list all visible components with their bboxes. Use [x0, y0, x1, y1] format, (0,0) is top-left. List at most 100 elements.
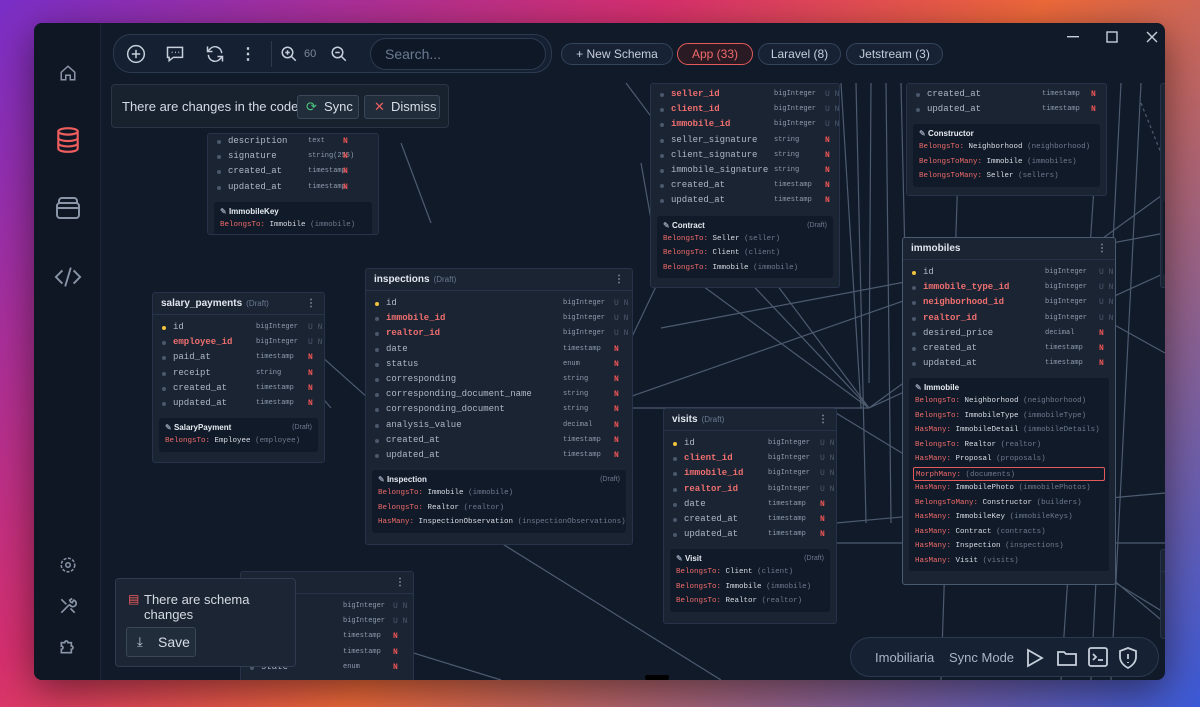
- column-row[interactable]: corresponding string N: [366, 372, 632, 387]
- relationship-row[interactable]: BelongsTo: Realtor (realtor): [378, 501, 620, 516]
- column-row[interactable]: signature string(255) N: [208, 149, 378, 164]
- project-name[interactable]: Imobiliaria: [875, 650, 934, 665]
- column-row[interactable]: description text N: [208, 134, 378, 149]
- relationship-row[interactable]: HasMany: Contract (contracts): [915, 525, 1103, 540]
- column-row[interactable]: created_at timestamp N: [208, 164, 378, 179]
- column-row[interactable]: updated_at timestamp N: [664, 527, 836, 542]
- scroll-handle[interactable]: [645, 675, 669, 680]
- home-icon[interactable]: [54, 59, 82, 87]
- sync-mode-toggle[interactable]: Sync Mode: [949, 650, 1014, 665]
- column-row[interactable]: receipt string N: [153, 366, 324, 381]
- column-row[interactable]: cit: [1161, 592, 1165, 607]
- column-row[interactable]: id bigInteger U N: [366, 296, 632, 311]
- shield-icon[interactable]: [1118, 647, 1138, 669]
- column-row[interactable]: nam: [1161, 607, 1165, 622]
- tools-icon[interactable]: [54, 592, 82, 620]
- puzzle-icon[interactable]: [54, 632, 82, 660]
- relationship-row[interactable]: BelongsTo: Immobile (immobile): [676, 580, 824, 595]
- more-icon[interactable]: ⋮: [238, 44, 258, 64]
- column-row[interactable]: neighborhood_id bigInteger U N: [903, 295, 1115, 310]
- sync-button[interactable]: ⟳ Sync: [297, 95, 359, 119]
- column-row[interactable]: desired_price decimal N: [903, 326, 1115, 341]
- column-row[interactable]: updated_at timestamp N: [153, 396, 324, 411]
- relationship-row[interactable]: BelongsTo: ImmobileType (immobileType): [915, 409, 1103, 424]
- table-card-inspections[interactable]: inspections (Draft) ⋮ id bigInteger U Nimmob…: [365, 268, 633, 545]
- relationship-row[interactable]: HasMany: InspectionObservation (inspecti…: [378, 515, 626, 530]
- column-row[interactable]: sta: [1161, 133, 1165, 148]
- column-row[interactable]: updated_at timestamp N: [907, 102, 1106, 117]
- tab-app[interactable]: App (33): [677, 43, 753, 65]
- search-input[interactable]: Search...: [370, 38, 546, 70]
- relationship-row[interactable]: BelongsTo: Neighborhood (neighborhood): [915, 394, 1103, 409]
- column-row[interactable]: corresponding_document_name string N: [366, 387, 632, 402]
- relationship-row[interactable]: BelongsTo: Client (client): [663, 246, 827, 261]
- relationship-row[interactable]: BelongsToMany: Immobile (immobiles): [919, 155, 1094, 170]
- column-row[interactable]: created_at timestamp N: [664, 512, 836, 527]
- table-card-contracts[interactable]: seller_id bigInteger U N client_id bigIntege…: [650, 83, 840, 288]
- database-icon[interactable]: [54, 126, 82, 154]
- column-row[interactable]: corresponding_document string N: [366, 402, 632, 417]
- column-row[interactable]: immobile_id bigInteger U N: [651, 117, 839, 132]
- gear-icon[interactable]: [54, 551, 82, 579]
- column-row[interactable]: employee_id bigInteger U N: [153, 335, 324, 350]
- column-row[interactable]: client_id bigInteger U N: [664, 451, 836, 466]
- relationship-row[interactable]: MorphMany: (documents): [913, 466, 1105, 482]
- relationship-row[interactable]: BelongsTo: Immobile (immobile): [378, 486, 620, 501]
- relationship-row[interactable]: BelongsTo: Immobile (immobile): [220, 218, 366, 233]
- relationship-row[interactable]: BelongsTo: Realtor (realtor): [676, 594, 824, 609]
- play-icon[interactable]: [1026, 648, 1044, 668]
- column-row[interactable]: realtor_id bigInteger U N: [366, 326, 632, 341]
- column-row[interactable]: updated_at timestamp N: [366, 448, 632, 463]
- add-icon[interactable]: [126, 44, 146, 64]
- column-row[interactable]: cre: [1161, 163, 1165, 178]
- folder-icon[interactable]: [1056, 648, 1078, 668]
- column-row[interactable]: immobile_id bigInteger U N: [366, 311, 632, 326]
- relationship-row[interactable]: HasMany: Inspection (inspections): [915, 539, 1103, 554]
- column-row[interactable]: realtor_id bigInteger U N: [903, 311, 1115, 326]
- relationship-row[interactable]: BelongsToMany: Seller (sellers): [919, 169, 1094, 184]
- tab-laravel[interactable]: Laravel (8): [758, 43, 841, 65]
- column-row[interactable]: seller_signature string N: [651, 133, 839, 148]
- column-row[interactable]: immobile_id bigInteger U N: [664, 466, 836, 481]
- column-row[interactable]: updated_at timestamp N: [651, 193, 839, 208]
- column-row[interactable]: ema: [1161, 102, 1165, 117]
- column-row[interactable]: pho: [1161, 117, 1165, 132]
- column-row[interactable]: created_at timestamp N: [366, 433, 632, 448]
- relationship-row[interactable]: BelongsTo: Employee (employee): [165, 434, 312, 449]
- code-icon[interactable]: [54, 263, 82, 291]
- table-card-visits[interactable]: visits (Draft) ⋮ id bigInteger U Nclient_id b…: [663, 408, 837, 624]
- table-card-immobile-keys[interactable]: description text Nsignature string(255) Ncre…: [207, 133, 379, 235]
- relationship-row[interactable]: HasMany: ImmobileDetail (immobileDetails…: [915, 423, 1103, 438]
- column-row[interactable]: updated_at timestamp N: [208, 180, 378, 195]
- comment-icon[interactable]: [165, 44, 185, 64]
- relationship-row[interactable]: BelongsToMany: Constructor (builders): [915, 496, 1103, 511]
- column-row[interactable]: immobile_type_id bigInteger U N: [903, 280, 1115, 295]
- relationship-row[interactable]: BelongsTo: Neighborhood (neighborhood): [919, 140, 1094, 155]
- column-row[interactable]: status enum N: [366, 357, 632, 372]
- column-row[interactable]: hom: [1161, 148, 1165, 163]
- tab-jetstream[interactable]: Jetstream (3): [846, 43, 943, 65]
- zoom-out-icon[interactable]: [329, 44, 349, 64]
- relationship-row[interactable]: HasMany: Visit (visits): [915, 554, 1103, 569]
- column-row[interactable]: id: [1161, 577, 1165, 592]
- column-row[interactable]: upo: [1161, 178, 1165, 193]
- dismiss-button[interactable]: ✕ Dismiss: [364, 95, 440, 119]
- column-row[interactable]: id bigInteger U N: [153, 320, 324, 335]
- relationship-row[interactable]: BelongsTo: Client (client): [676, 565, 824, 580]
- relationship-row[interactable]: BelongsTo: Seller (seller): [663, 232, 827, 247]
- column-row[interactable]: paid_at timestamp N: [153, 350, 324, 365]
- zoom-in-icon[interactable]: [279, 44, 299, 64]
- column-row[interactable]: date timestamp N: [664, 497, 836, 512]
- column-row[interactable]: client_id bigInteger U N: [651, 102, 839, 117]
- column-row[interactable]: created_at timestamp N: [651, 178, 839, 193]
- relationship-row[interactable]: HasMany: ImmobilePhoto (immobilePhotos): [915, 481, 1103, 496]
- save-button[interactable]: ⤓ Save: [126, 627, 196, 657]
- column-row[interactable]: analysis_value decimal N: [366, 418, 632, 433]
- column-row[interactable]: updated_at timestamp N: [903, 356, 1115, 371]
- minimize-icon[interactable]: [1063, 29, 1083, 45]
- refresh-icon[interactable]: [205, 44, 225, 64]
- column-row[interactable]: seller_id bigInteger U N: [651, 87, 839, 102]
- tab-new-schema[interactable]: + New Schema: [561, 43, 673, 65]
- column-row[interactable]: client_signature string N: [651, 148, 839, 163]
- relationship-row[interactable]: HasMany: Proposal (proposals): [915, 452, 1103, 467]
